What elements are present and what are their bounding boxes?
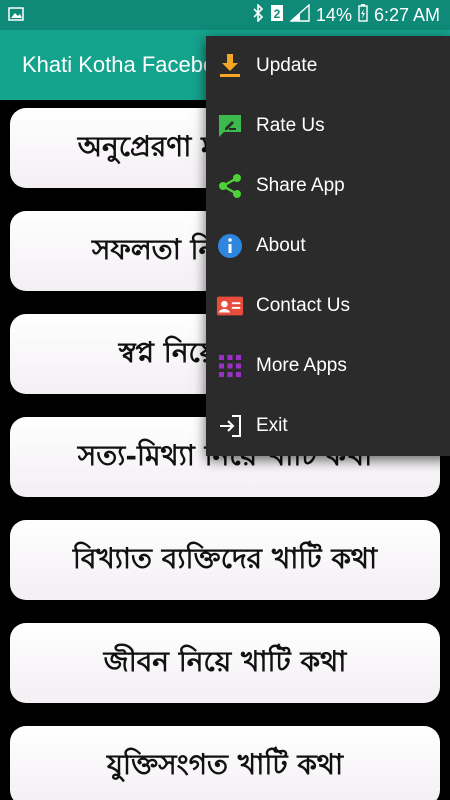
bluetooth-icon — [252, 3, 264, 27]
menu-item-label: Update — [256, 55, 318, 76]
list-item-label: জীবন নিয়ে খাটি কথা — [103, 644, 347, 678]
menu-item-exit[interactable]: Exit — [206, 396, 450, 456]
battery-icon — [358, 4, 368, 27]
rate-icon — [216, 112, 244, 140]
menu-item-label: Rate Us — [256, 115, 325, 136]
apps-grid-icon — [216, 352, 244, 380]
menu-item-more-apps[interactable]: More Apps — [206, 336, 450, 396]
exit-icon — [216, 412, 244, 440]
share-icon — [216, 172, 244, 200]
menu-item-update[interactable]: Update — [206, 36, 450, 96]
svg-text:2: 2 — [274, 7, 281, 21]
menu-item-label: More Apps — [256, 355, 347, 376]
list-item-label: বিখ্যাত ব্যক্তিদের খাটি কথা — [72, 541, 378, 575]
menu-item-label: Contact Us — [256, 295, 350, 316]
download-icon — [216, 52, 244, 80]
battery-percent: 14% — [315, 5, 352, 25]
clock: 6:27 AM — [373, 5, 440, 25]
menu-item-label: Share App — [256, 175, 345, 196]
menu-item-rate-us[interactable]: Rate Us — [206, 96, 450, 156]
overflow-menu: Update Rate Us Share App About Contact U… — [206, 36, 450, 456]
list-item[interactable]: যুক্তিসংগত খাটি কথা — [10, 726, 440, 800]
menu-item-share-app[interactable]: Share App — [206, 156, 450, 216]
menu-item-contact-us[interactable]: Contact Us — [206, 276, 450, 336]
signal-icon — [289, 3, 310, 27]
list-item[interactable]: জীবন নিয়ে খাটি কথা — [10, 623, 440, 703]
menu-item-about[interactable]: About — [206, 216, 450, 276]
menu-item-label: About — [256, 235, 306, 256]
image-notification-icon — [8, 7, 24, 21]
info-icon — [216, 232, 244, 260]
list-item-label: যুক্তিসংগত খাটি কথা — [106, 747, 344, 781]
contact-card-icon — [216, 292, 244, 320]
menu-item-label: Exit — [256, 415, 288, 436]
sim2-icon: 2 — [270, 4, 284, 27]
list-item[interactable]: বিখ্যাত ব্যক্তিদের খাটি কথা — [10, 520, 440, 600]
status-bar: 2 14% 6:27 AM — [0, 0, 450, 30]
